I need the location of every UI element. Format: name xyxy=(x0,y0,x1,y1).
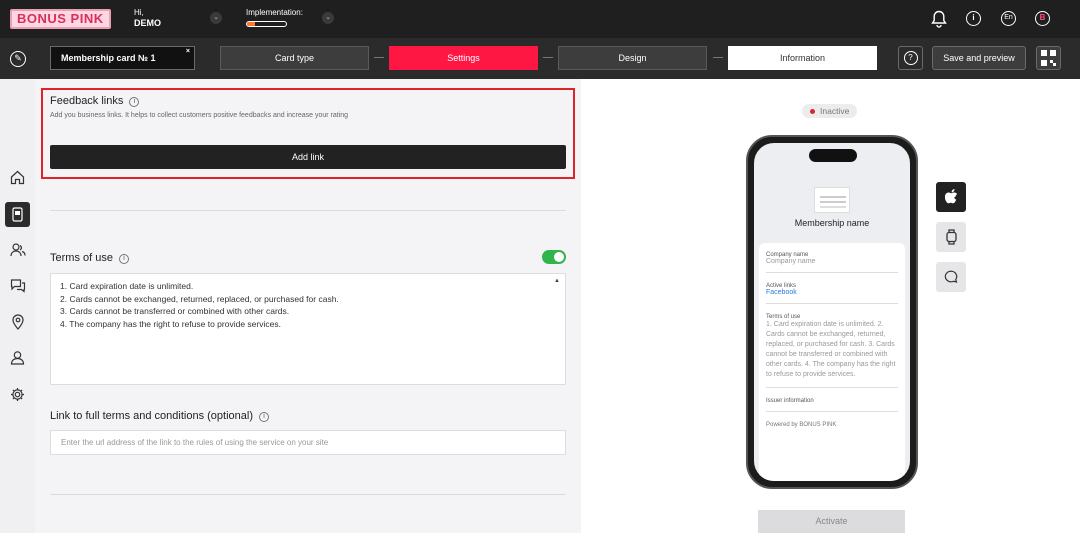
qr-code-icon xyxy=(1041,50,1056,66)
facebook-link[interactable]: Facebook xyxy=(766,289,898,296)
terms-title: Terms of use i xyxy=(50,252,129,264)
activate-button[interactable]: Activate xyxy=(758,510,905,533)
terms-line: 1. Card expiration date is unlimited. xyxy=(60,281,194,291)
card-name-close-icon[interactable]: × xyxy=(186,41,190,63)
powered-by: Powered by BONUS PINK xyxy=(766,422,837,428)
membership-name: Membership name xyxy=(794,218,870,228)
tab-information[interactable]: Information xyxy=(728,46,877,70)
card-preview-panel: Inactive Membership name Company name Co… xyxy=(581,79,1080,533)
company-value: Company name xyxy=(766,258,816,265)
top-bar: BONUS PINK Hi, DEMO ⌄ Implementation: ⌄ … xyxy=(0,0,1080,38)
bell-icon[interactable] xyxy=(931,10,947,33)
implementation-chevron-down-icon[interactable]: ⌄ xyxy=(322,12,334,24)
info-icon[interactable]: i xyxy=(966,11,981,26)
terms-url-input[interactable]: Enter the url address of the link to the… xyxy=(50,430,566,455)
gear-icon[interactable] xyxy=(9,387,26,404)
card-icon[interactable] xyxy=(5,202,30,227)
divider xyxy=(50,210,566,211)
terms-line: 4. The company has the right to refuse t… xyxy=(60,319,281,330)
card-toolbar: ✎ Membership card № 1 × Card type Settin… xyxy=(0,38,1080,79)
card-name-field[interactable]: Membership card № 1 × xyxy=(50,46,195,70)
tab-card-type[interactable]: Card type xyxy=(220,46,369,70)
avatar[interactable]: B xyxy=(1035,11,1050,26)
logo[interactable]: BONUS PINK xyxy=(10,9,111,29)
step-divider xyxy=(713,57,723,58)
location-icon[interactable] xyxy=(9,314,26,331)
terms-textarea[interactable]: 1. Card expiration date is unlimited. 2.… xyxy=(50,273,566,385)
add-link-button[interactable]: Add link xyxy=(50,145,566,169)
settings-form: Feedback links i Add you business links. … xyxy=(35,79,581,533)
sidebar xyxy=(0,79,35,533)
feedback-links-title: Feedback links i xyxy=(50,95,140,107)
feedback-description: Add you business links. It helps to coll… xyxy=(50,112,349,119)
phone-notch xyxy=(809,149,857,162)
message-button[interactable] xyxy=(936,262,966,292)
terms-line: 2. Cards cannot be exchanged, returned, … xyxy=(60,293,339,304)
feedback-links-title-text: Feedback links xyxy=(50,95,124,107)
implementation-progress xyxy=(246,21,287,27)
watch-button[interactable] xyxy=(936,222,966,252)
save-and-preview-button[interactable]: Save and preview xyxy=(932,46,1026,70)
user-chevron-down-icon[interactable]: ⌄ xyxy=(210,12,222,24)
toggle-knob xyxy=(554,252,564,262)
terms-title-text: Terms of use xyxy=(50,252,113,264)
question-icon: ? xyxy=(903,51,918,65)
user-icon[interactable] xyxy=(9,350,26,367)
terms-text: 1. Card expiration date is unlimited. 2.… xyxy=(766,321,896,378)
step-divider xyxy=(543,57,553,58)
terms-line: 3. Cards cannot be transferred or combin… xyxy=(60,306,290,317)
full-terms-title-text: Link to full terms and conditions (optio… xyxy=(50,410,253,422)
clients-icon[interactable] xyxy=(9,242,26,259)
card-image xyxy=(814,187,850,213)
step-divider xyxy=(374,57,384,58)
status-badge: Inactive xyxy=(802,104,858,118)
full-terms-info-icon[interactable]: i xyxy=(259,412,269,422)
tab-design[interactable]: Design xyxy=(558,46,707,70)
pass-details: Company name Company name Active links F… xyxy=(759,243,905,481)
card-name-text: Membership card № 1 xyxy=(61,53,156,63)
implementation-label: Implementation: xyxy=(246,8,303,17)
help-button[interactable]: ? xyxy=(898,46,923,70)
language-switch[interactable]: En xyxy=(1001,11,1016,26)
scroll-up-icon[interactable]: ▲ xyxy=(554,275,560,288)
greeting-text: Hi, xyxy=(134,8,144,17)
tab-settings[interactable]: Settings xyxy=(389,46,538,70)
user-name: DEMO xyxy=(134,18,161,28)
phone-screen: Membership name Company name Company nam… xyxy=(754,143,910,481)
terms-toggle[interactable] xyxy=(542,250,566,264)
qr-code-button[interactable] xyxy=(1036,46,1061,70)
user-greeting[interactable]: Hi, DEMO xyxy=(134,7,161,29)
issuer-label: Issuer information xyxy=(766,398,814,404)
terms-info-icon[interactable]: i xyxy=(118,254,129,264)
phone-mockup: Membership name Company name Company nam… xyxy=(746,135,918,489)
chat-icon[interactable] xyxy=(9,278,26,295)
edit-icon[interactable]: ✎ xyxy=(10,51,26,67)
feedback-info-icon[interactable]: i xyxy=(129,97,140,107)
implementation-progress-fill xyxy=(247,22,255,26)
apple-wallet-button[interactable] xyxy=(936,182,966,212)
home-icon[interactable] xyxy=(9,170,26,187)
full-terms-title: Link to full terms and conditions (optio… xyxy=(50,410,269,422)
divider xyxy=(50,494,566,495)
